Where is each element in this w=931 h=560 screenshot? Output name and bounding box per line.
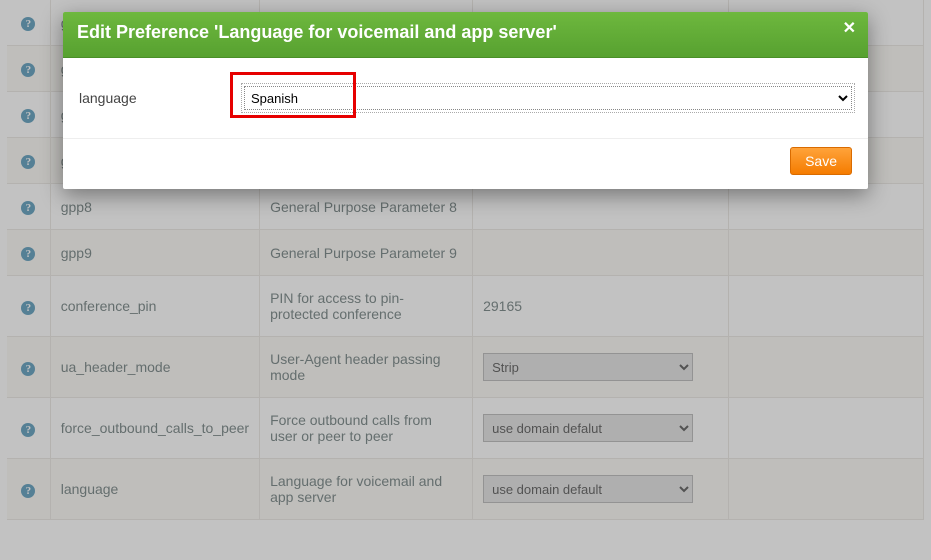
field-label-language: language	[79, 90, 244, 106]
modal-footer: Save	[63, 138, 868, 189]
close-icon[interactable]: ✕	[843, 21, 856, 37]
language-select[interactable]: Spanish	[244, 86, 852, 110]
modal-title: Edit Preference 'Language for voicemail …	[77, 22, 557, 42]
edit-preference-modal: Edit Preference 'Language for voicemail …	[63, 12, 868, 189]
save-button[interactable]: Save	[790, 147, 852, 175]
modal-header: Edit Preference 'Language for voicemail …	[63, 12, 868, 58]
modal-body: language Spanish	[63, 58, 868, 138]
